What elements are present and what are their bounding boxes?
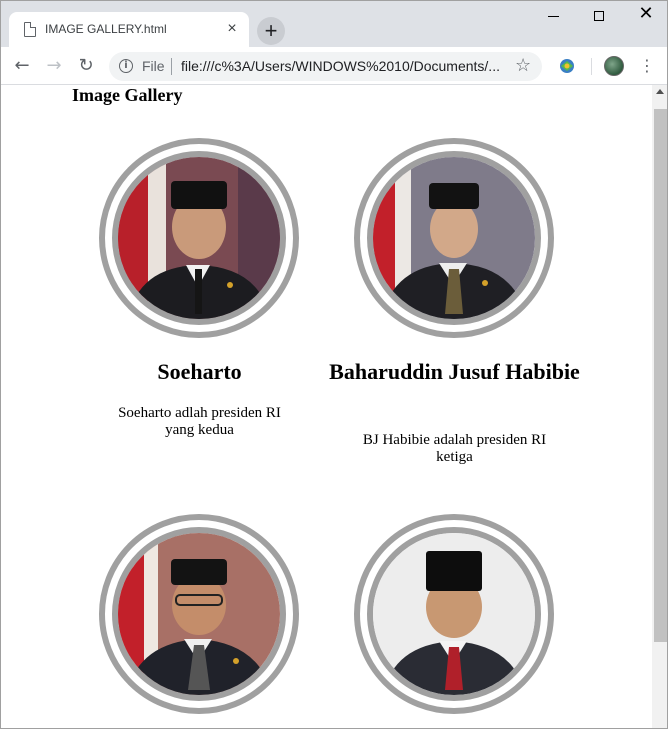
omnibox-divider — [171, 58, 172, 75]
reload-button[interactable]: ↻ — [73, 53, 99, 79]
portrait-habibie — [373, 157, 535, 319]
extension-icon[interactable] — [558, 57, 576, 75]
close-window-button[interactable]: ✕ — [623, 1, 667, 31]
scroll-thumb[interactable] — [654, 109, 667, 642]
toolbar-divider — [591, 58, 592, 75]
minimize-icon — [548, 16, 559, 17]
portrait-image — [367, 151, 541, 325]
portrait-image — [112, 151, 286, 325]
info-icon[interactable]: i — [119, 59, 133, 73]
url-text[interactable]: file:///c%3A/Users/WINDOWS%2010/Document… — [181, 58, 506, 74]
new-tab-button[interactable]: + — [257, 17, 285, 45]
portrait-gus-dur — [118, 533, 280, 695]
portrait-frame — [354, 514, 554, 714]
portrait-sby — [373, 533, 535, 695]
portrait-frame — [99, 138, 299, 338]
gallery-card — [72, 514, 327, 728]
maximize-icon — [594, 11, 604, 21]
page-title: Image Gallery — [72, 85, 183, 105]
file-icon — [24, 22, 36, 37]
address-bar[interactable]: i File file:///c%3A/Users/WINDOWS%2010/D… — [109, 52, 542, 81]
card-description: Soeharto adlah presiden RI yang kedua — [118, 405, 281, 438]
scroll-up-icon[interactable] — [656, 89, 664, 94]
bookmark-star-icon[interactable]: ☆ — [515, 55, 531, 76]
close-icon: ✕ — [638, 3, 654, 24]
tab-image-gallery[interactable]: IMAGE GALLERY.html × — [9, 12, 249, 47]
scheme-label: File — [142, 58, 165, 74]
card-name: Baharuddin Jusuf Habibie — [329, 359, 580, 384]
gallery-card — [327, 514, 582, 728]
card-description: BJ Habibie adalah presiden RI ketiga — [362, 432, 547, 465]
forward-button[interactable]: → — [41, 53, 67, 79]
back-button[interactable]: ← — [9, 53, 35, 79]
tab-title: IMAGE GALLERY.html — [45, 22, 167, 36]
minimize-button[interactable] — [531, 1, 577, 31]
gallery-card: Soeharto Soeharto adlah presiden RI yang… — [72, 138, 327, 468]
gallery-card: Baharuddin Jusuf Habibie BJ Habibie adal… — [327, 138, 582, 478]
portrait-frame — [354, 138, 554, 338]
vertical-scrollbar[interactable] — [652, 85, 667, 728]
portrait-frame — [99, 514, 299, 714]
toolbar: ← → ↻ i File file:///c%3A/Users/WINDOWS%… — [1, 47, 667, 85]
tab-close-icon[interactable]: × — [223, 20, 241, 38]
page-viewport: Image Gallery Soeharto Soeharto adlah pr… — [1, 85, 652, 728]
portrait-image — [112, 527, 286, 701]
menu-icon[interactable]: ⋮ — [639, 54, 655, 78]
maximize-button[interactable] — [577, 1, 623, 31]
profile-avatar[interactable] — [604, 56, 624, 76]
portrait-image — [367, 527, 541, 701]
browser-window: IMAGE GALLERY.html × + ✕ ← → ↻ i File fi… — [0, 0, 668, 729]
portrait-soeharto — [118, 157, 280, 319]
card-name: Soeharto — [157, 359, 242, 384]
tab-strip: IMAGE GALLERY.html × + ✕ — [1, 1, 667, 47]
